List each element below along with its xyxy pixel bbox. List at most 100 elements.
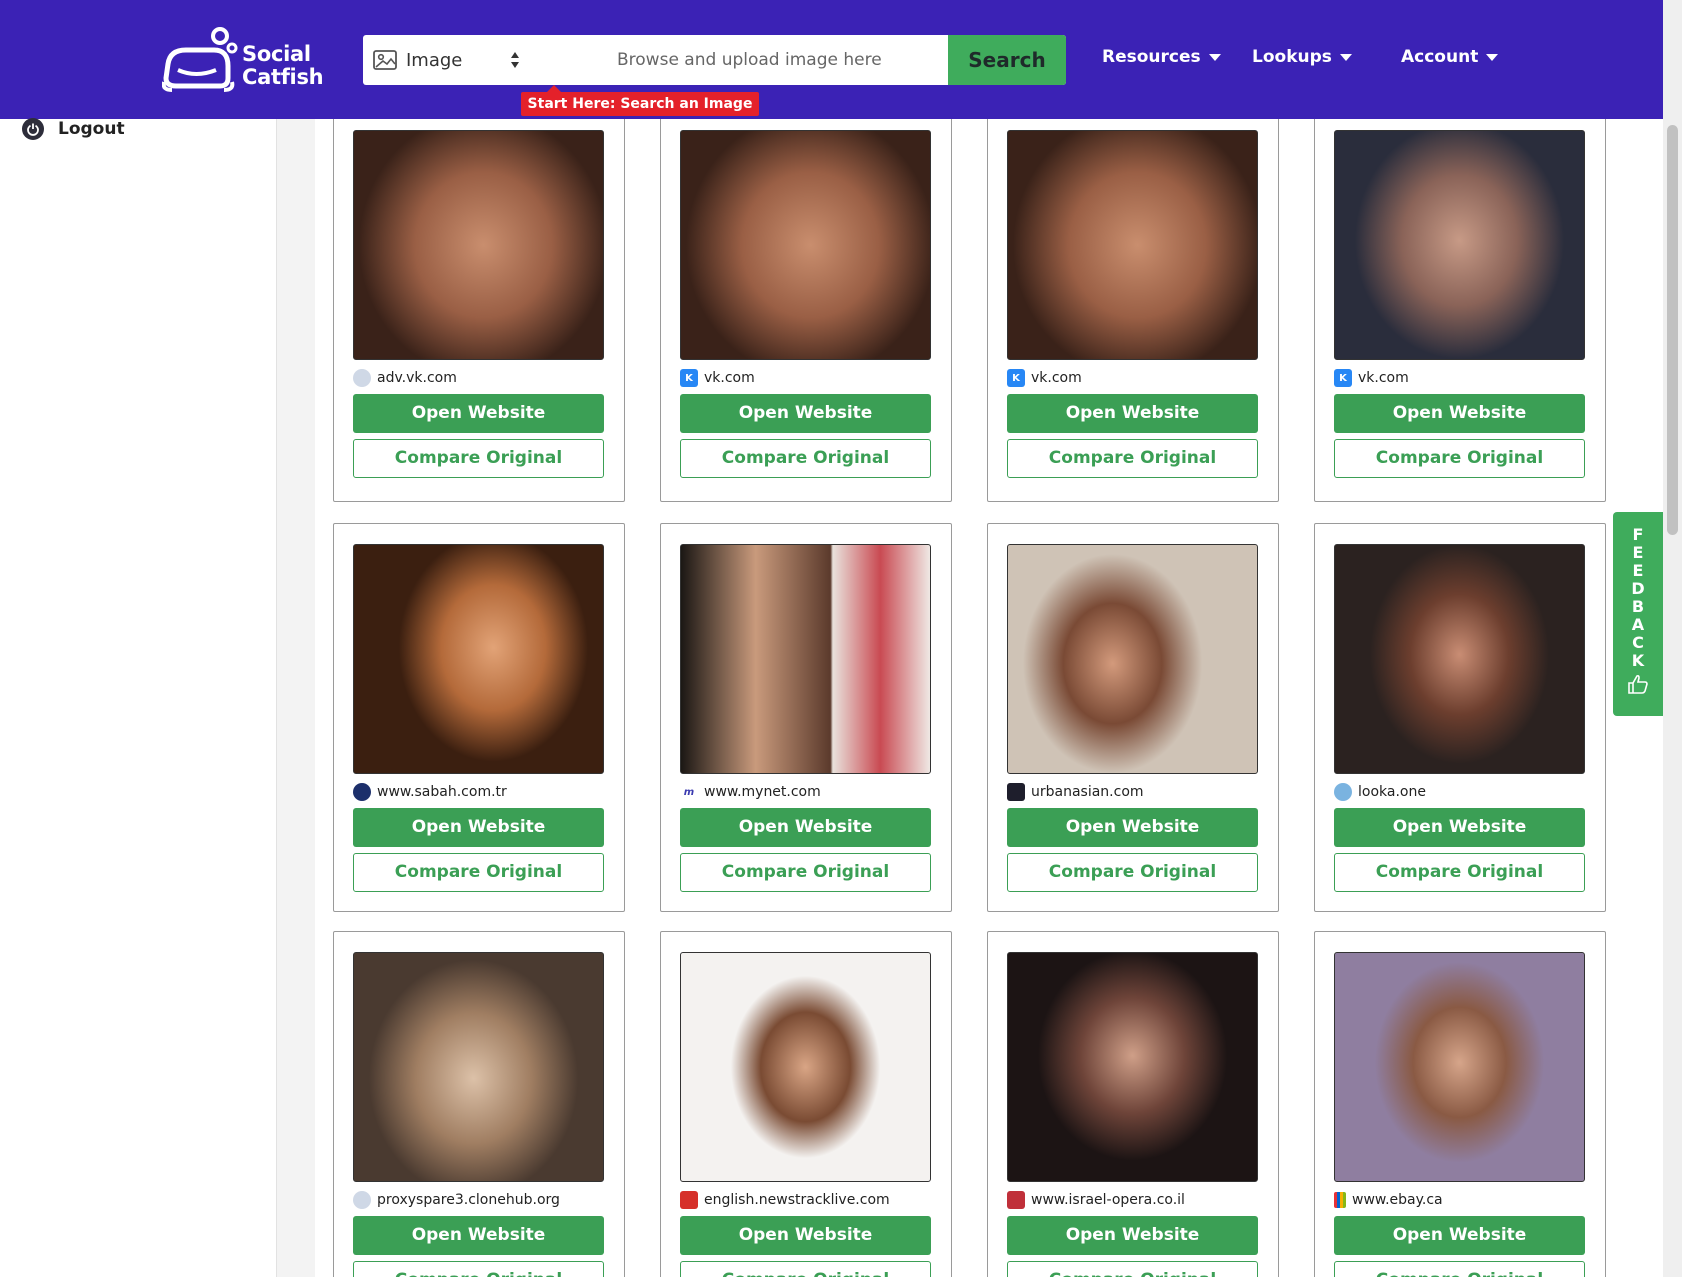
looka-icon: [1334, 783, 1352, 801]
updown-arrows-icon: [511, 52, 519, 68]
logo-line-social: Social: [242, 42, 311, 66]
nav-account-label: Account: [1401, 47, 1479, 67]
nav-account[interactable]: Account: [1401, 47, 1499, 67]
compare-original-button[interactable]: Compare Original: [680, 1261, 931, 1277]
result-site[interactable]: vk.com: [704, 370, 755, 386]
result-thumbnail[interactable]: [1007, 544, 1258, 774]
compare-original-button[interactable]: Compare Original: [1007, 439, 1258, 478]
page-scrollbar[interactable]: [1663, 0, 1682, 1277]
caret-down-icon: [1339, 53, 1352, 61]
result-site[interactable]: looka.one: [1358, 784, 1426, 800]
compare-original-button[interactable]: Compare Original: [1007, 1261, 1258, 1277]
result-card: m www.mynet.com Open Website Compare Ori…: [660, 523, 952, 912]
open-website-button[interactable]: Open Website: [1007, 1216, 1258, 1255]
result-thumbnail[interactable]: [680, 130, 931, 360]
social-catfish-logo[interactable]: Social Catfish: [161, 26, 324, 92]
result-card: looka.one Open Website Compare Original: [1314, 523, 1606, 912]
open-website-button[interactable]: Open Website: [680, 394, 931, 433]
open-website-button[interactable]: Open Website: [1334, 1216, 1585, 1255]
vk-icon: K: [1334, 369, 1352, 387]
opera-icon: [1007, 1191, 1025, 1209]
result-thumbnail[interactable]: [1334, 952, 1585, 1182]
sidebar: [0, 119, 277, 1277]
search-bar: Image Browse and upload image here Searc…: [363, 35, 1066, 85]
results-grid: adv.vk.com Open Website Compare Original…: [315, 119, 1628, 1277]
result-thumbnail[interactable]: [1334, 544, 1585, 774]
feedback-letter: E: [1632, 561, 1644, 580]
open-website-button[interactable]: Open Website: [1007, 808, 1258, 847]
result-site[interactable]: proxyspare3.clonehub.org: [377, 1192, 560, 1208]
feedback-letter: K: [1631, 651, 1645, 670]
logout-label: Logout: [58, 119, 125, 139]
result-card: K vk.com Open Website Compare Original: [660, 119, 952, 502]
urbanasian-icon: [1007, 783, 1025, 801]
open-website-button[interactable]: Open Website: [680, 1216, 931, 1255]
compare-original-button[interactable]: Compare Original: [1334, 853, 1585, 892]
nav-resources[interactable]: Resources: [1102, 47, 1221, 67]
result-card: www.israel-opera.co.il Open Website Comp…: [987, 931, 1279, 1277]
open-website-button[interactable]: Open Website: [1334, 808, 1585, 847]
caret-down-icon: [1208, 53, 1221, 61]
result-site[interactable]: english.newstracklive.com: [704, 1192, 890, 1208]
result-card: english.newstracklive.com Open Website C…: [660, 931, 952, 1277]
top-header: Social Catfish Image Browse and upload i…: [0, 0, 1663, 119]
result-thumbnail[interactable]: [1007, 952, 1258, 1182]
nav-lookups[interactable]: Lookups: [1252, 47, 1352, 67]
result-thumbnail[interactable]: [1007, 130, 1258, 360]
compare-original-button[interactable]: Compare Original: [353, 439, 604, 478]
compare-original-button[interactable]: Compare Original: [353, 853, 604, 892]
feedback-letter: B: [1631, 597, 1645, 616]
result-site[interactable]: www.israel-opera.co.il: [1031, 1192, 1185, 1208]
result-thumbnail[interactable]: [680, 952, 931, 1182]
image-icon: [373, 50, 397, 70]
result-site[interactable]: vk.com: [1358, 370, 1409, 386]
compare-original-button[interactable]: Compare Original: [680, 439, 931, 478]
globe-icon: [353, 369, 371, 387]
scrollbar-thumb[interactable]: [1667, 125, 1678, 535]
logout-link[interactable]: Logout: [22, 118, 125, 140]
feedback-tab[interactable]: F E E D B A C K: [1613, 512, 1663, 716]
result-thumbnail[interactable]: [353, 544, 604, 774]
newstrack-icon: [680, 1191, 698, 1209]
nav-lookups-label: Lookups: [1252, 47, 1332, 67]
result-thumbnail[interactable]: [680, 544, 931, 774]
compare-original-button[interactable]: Compare Original: [1334, 439, 1585, 478]
compare-original-button[interactable]: Compare Original: [353, 1261, 604, 1277]
result-thumbnail[interactable]: [353, 952, 604, 1182]
result-site[interactable]: urbanasian.com: [1031, 784, 1144, 800]
result-card: K vk.com Open Website Compare Original: [987, 119, 1279, 502]
search-type-select[interactable]: Image: [363, 35, 535, 85]
result-site[interactable]: www.ebay.ca: [1352, 1192, 1443, 1208]
upload-image-input[interactable]: Browse and upload image here: [617, 35, 882, 85]
result-card: proxyspare3.clonehub.org Open Website Co…: [333, 931, 625, 1277]
result-site[interactable]: www.sabah.com.tr: [377, 784, 507, 800]
compare-original-button[interactable]: Compare Original: [1334, 1261, 1585, 1277]
result-site[interactable]: adv.vk.com: [377, 370, 457, 386]
compare-original-button[interactable]: Compare Original: [1007, 853, 1258, 892]
sidebar-divider: [277, 119, 315, 1277]
open-website-button[interactable]: Open Website: [353, 394, 604, 433]
search-type-label: Image: [406, 49, 463, 71]
open-website-button[interactable]: Open Website: [353, 1216, 604, 1255]
open-website-button[interactable]: Open Website: [1334, 394, 1585, 433]
result-card: urbanasian.com Open Website Compare Orig…: [987, 523, 1279, 912]
result-card: adv.vk.com Open Website Compare Original: [333, 119, 625, 502]
globe-icon: [353, 1191, 371, 1209]
result-site[interactable]: vk.com: [1031, 370, 1082, 386]
result-thumbnail[interactable]: [1334, 130, 1585, 360]
feedback-letter: D: [1631, 579, 1645, 598]
open-website-button[interactable]: Open Website: [353, 808, 604, 847]
caret-down-icon: [1486, 53, 1499, 61]
result-card: www.ebay.ca Open Website Compare Origina…: [1314, 931, 1606, 1277]
result-thumbnail[interactable]: [353, 130, 604, 360]
search-button[interactable]: Search: [948, 35, 1066, 85]
result-site[interactable]: www.mynet.com: [704, 784, 821, 800]
feedback-letter: E: [1632, 543, 1644, 562]
open-website-button[interactable]: Open Website: [1007, 394, 1258, 433]
open-website-button[interactable]: Open Website: [680, 808, 931, 847]
compare-original-button[interactable]: Compare Original: [680, 853, 931, 892]
feedback-letter: C: [1632, 633, 1644, 652]
sabah-icon: [353, 783, 371, 801]
mynet-icon: m: [680, 783, 698, 801]
result-card: www.sabah.com.tr Open Website Compare Or…: [333, 523, 625, 912]
